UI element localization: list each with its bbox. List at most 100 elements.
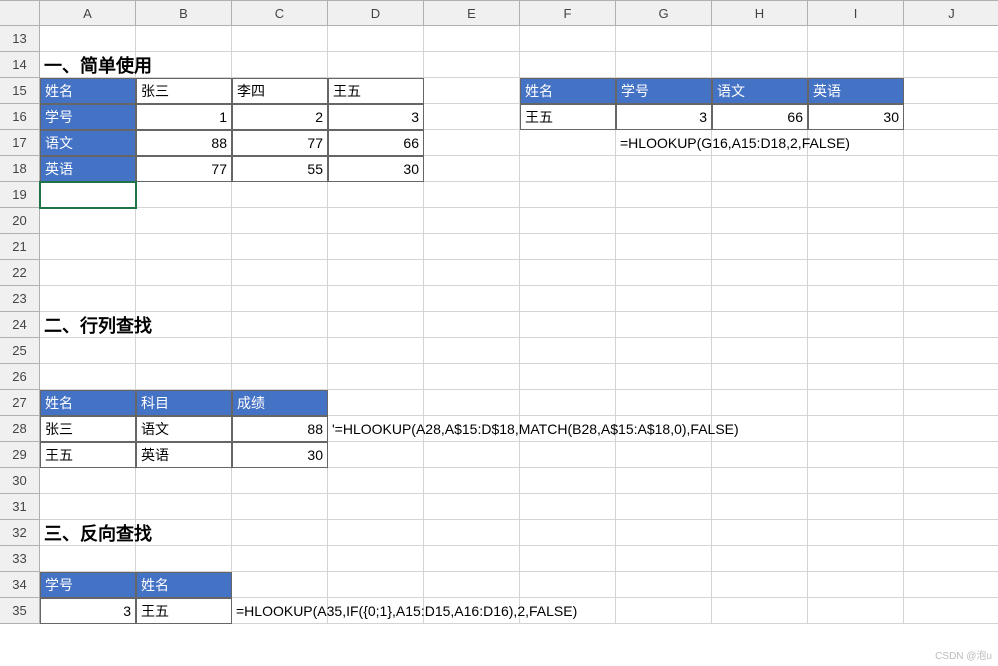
cell-I24[interactable] (808, 312, 904, 338)
cell-H35[interactable] (712, 598, 808, 624)
section3-title[interactable]: 三、反向查找 (40, 520, 136, 546)
cell-G27[interactable] (616, 390, 712, 416)
cell-D34[interactable] (328, 572, 424, 598)
cell-G33[interactable] (616, 546, 712, 572)
row-header-26[interactable]: 26 (0, 364, 40, 390)
row-header-29[interactable]: 29 (0, 442, 40, 468)
cell-c15[interactable]: 李四 (232, 78, 328, 104)
cell-G21[interactable] (616, 234, 712, 260)
cell-I33[interactable] (808, 546, 904, 572)
cell-A20[interactable] (40, 208, 136, 234)
cell-G22[interactable] (616, 260, 712, 286)
s2-r2-name[interactable]: 王五 (40, 442, 136, 468)
cell-E32[interactable] (424, 520, 520, 546)
s3-hdr-name[interactable]: 姓名 (136, 572, 232, 598)
cell-J23[interactable] (904, 286, 998, 312)
cell-F23[interactable] (520, 286, 616, 312)
cell-J26[interactable] (904, 364, 998, 390)
cell-C19[interactable] (232, 182, 328, 208)
cell-D14[interactable] (328, 52, 424, 78)
row-header-17[interactable]: 17 (0, 130, 40, 156)
cell-E29[interactable] (424, 442, 520, 468)
cell-D19[interactable] (328, 182, 424, 208)
cell-F33[interactable] (520, 546, 616, 572)
cell-I13[interactable] (808, 26, 904, 52)
cell-F31[interactable] (520, 494, 616, 520)
cell-I29[interactable] (808, 442, 904, 468)
cell-d18[interactable]: 30 (328, 156, 424, 182)
col-header-D[interactable]: D (328, 0, 424, 26)
s2-r1-score[interactable]: 88 (232, 416, 328, 442)
cell-J22[interactable] (904, 260, 998, 286)
cell-H23[interactable] (712, 286, 808, 312)
cell-J27[interactable] (904, 390, 998, 416)
cell-A21[interactable] (40, 234, 136, 260)
cell-I32[interactable] (808, 520, 904, 546)
cell-J20[interactable] (904, 208, 998, 234)
cell-D27[interactable] (328, 390, 424, 416)
row-header-16[interactable]: 16 (0, 104, 40, 130)
cell-d15[interactable]: 王五 (328, 78, 424, 104)
cell-J25[interactable] (904, 338, 998, 364)
cell-B21[interactable] (136, 234, 232, 260)
col-header-I[interactable]: I (808, 0, 904, 26)
col-header-E[interactable]: E (424, 0, 520, 26)
col-header-F[interactable]: F (520, 0, 616, 26)
cell-H18[interactable] (712, 156, 808, 182)
cell-D22[interactable] (328, 260, 424, 286)
cell-H27[interactable] (712, 390, 808, 416)
cell-B19[interactable] (136, 182, 232, 208)
cell-B22[interactable] (136, 260, 232, 286)
lookup-hdr-chinese[interactable]: 语文 (712, 78, 808, 104)
cell-H19[interactable] (712, 182, 808, 208)
lookup-id[interactable]: 3 (616, 104, 712, 130)
cell-J28[interactable] (904, 416, 998, 442)
cell-B25[interactable] (136, 338, 232, 364)
cell-H33[interactable] (712, 546, 808, 572)
cell-F24[interactable] (520, 312, 616, 338)
cell-C30[interactable] (232, 468, 328, 494)
col-header-A[interactable]: A (40, 0, 136, 26)
cell-H22[interactable] (712, 260, 808, 286)
cell-c17[interactable]: 77 (232, 130, 328, 156)
cell-A31[interactable] (40, 494, 136, 520)
cell-B23[interactable] (136, 286, 232, 312)
row-header-21[interactable]: 21 (0, 234, 40, 260)
cell-G18[interactable] (616, 156, 712, 182)
cell-F30[interactable] (520, 468, 616, 494)
row-header-27[interactable]: 27 (0, 390, 40, 416)
s2-r2-subj[interactable]: 英语 (136, 442, 232, 468)
cell-A22[interactable] (40, 260, 136, 286)
cell-E22[interactable] (424, 260, 520, 286)
cell-I20[interactable] (808, 208, 904, 234)
cell-J15[interactable] (904, 78, 998, 104)
cell-B13[interactable] (136, 26, 232, 52)
row-header-24[interactable]: 24 (0, 312, 40, 338)
cell-G24[interactable] (616, 312, 712, 338)
cell-I26[interactable] (808, 364, 904, 390)
formula-3[interactable]: =HLOOKUP(A35,IF({0;1},A15:D15,A16:D16),2… (232, 598, 328, 624)
cell-I28[interactable] (808, 416, 904, 442)
cell-J21[interactable] (904, 234, 998, 260)
cell-H20[interactable] (712, 208, 808, 234)
cell-C23[interactable] (232, 286, 328, 312)
cell-I18[interactable] (808, 156, 904, 182)
cell-F22[interactable] (520, 260, 616, 286)
cell-C21[interactable] (232, 234, 328, 260)
cell-I35[interactable] (808, 598, 904, 624)
cell-D32[interactable] (328, 520, 424, 546)
cell-J33[interactable] (904, 546, 998, 572)
cell-E31[interactable] (424, 494, 520, 520)
cell-D31[interactable] (328, 494, 424, 520)
cell-J18[interactable] (904, 156, 998, 182)
lookup-english[interactable]: 30 (808, 104, 904, 130)
lookup-hdr-id[interactable]: 学号 (616, 78, 712, 104)
row-header-30[interactable]: 30 (0, 468, 40, 494)
cell-G26[interactable] (616, 364, 712, 390)
cell-H29[interactable] (712, 442, 808, 468)
col-header-C[interactable]: C (232, 0, 328, 26)
lookup-hdr-english[interactable]: 英语 (808, 78, 904, 104)
cell-H32[interactable] (712, 520, 808, 546)
lookup-name[interactable]: 王五 (520, 104, 616, 130)
cell-D26[interactable] (328, 364, 424, 390)
